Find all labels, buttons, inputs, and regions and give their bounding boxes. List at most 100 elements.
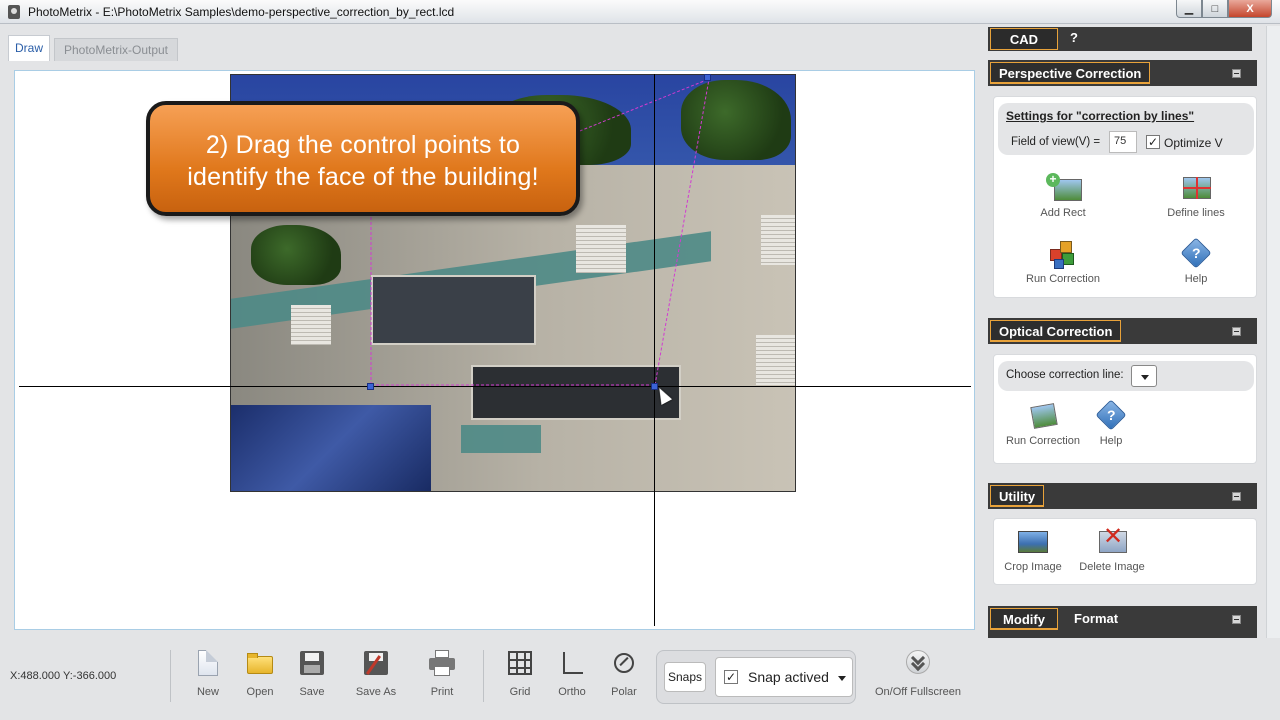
ortho-label: Ortho [558,686,586,698]
run-correction-icon [1046,239,1080,269]
floppy-disk-icon [298,650,326,678]
perspective-settings: Settings for "correction by lines" Field… [998,103,1254,155]
utility-panel: Crop Image ✕ Delete Image [993,518,1257,585]
optical-correction-header: Optical Correction [988,318,1257,344]
drawing-canvas[interactable]: 2) Drag the control points to identify t… [14,70,975,630]
window-controls: ▁ □ X [1176,0,1272,18]
callout-line-1: 2) Drag the control points to [205,131,521,159]
control-point[interactable] [704,74,711,81]
folder-icon [246,650,274,678]
optical-correction-panel: Choose correction line: Run Correction ?… [993,354,1257,464]
cursor-coordinates: X:488.000 Y:-366.000 [10,670,117,682]
printer-icon [428,650,456,678]
maximize-button[interactable]: □ [1202,0,1228,18]
snap-group: Snaps ✓ Snap actived [656,650,856,704]
crosshair-horizontal [19,386,971,387]
snap-actived-toggle[interactable]: ✓ Snap actived [715,657,853,697]
optimize-checkbox[interactable]: ✓ [1146,135,1160,149]
add-rect-label: Add Rect [1040,207,1086,219]
app-icon [8,5,20,19]
save-label: Save [299,686,325,698]
save-as-label: Save As [355,686,397,698]
utility-header: Utility [988,483,1257,509]
tab-draw[interactable]: Draw [8,35,50,61]
new-button[interactable]: New [190,650,226,698]
open-button[interactable]: Open [242,650,278,698]
add-rect-button[interactable]: + Add Rect [1008,173,1118,220]
help-button[interactable]: ? Help [1141,237,1251,285]
polar-button[interactable]: Polar [606,650,642,698]
help-icon: ? [1094,399,1128,431]
perspective-correction-title[interactable]: Perspective Correction [990,62,1151,84]
toolbar-separator [483,650,484,702]
perspective-correction-header: Perspective Correction [988,60,1257,86]
tab-modify[interactable]: Modify [990,608,1058,630]
delete-image-button[interactable]: ✕ Delete Image [1057,525,1167,574]
optical-help-button[interactable]: ? Help [1056,399,1166,447]
snap-actived-label: Snap actived [748,669,829,685]
crosshair-vertical [654,74,655,626]
tab-help[interactable]: ? [1070,30,1078,45]
fullscreen-toggle-button[interactable]: On/Off Fullscreen [866,650,970,698]
define-lines-button[interactable]: Define lines [1141,173,1251,219]
correction-line-dropdown[interactable] [1131,365,1157,387]
close-button[interactable]: X [1228,0,1272,18]
define-lines-label: Define lines [1167,207,1225,219]
control-point[interactable] [367,383,374,390]
right-panel-scrollbar[interactable] [1266,26,1280,638]
callout-line-2: identify the face of the building! [187,163,539,191]
choose-correction-line-label: Choose correction line: [1006,369,1124,381]
delete-image-icon: ✕ [1095,525,1129,557]
define-lines-icon [1179,173,1213,203]
add-rect-icon: + [1046,173,1082,203]
chevron-down-icon[interactable] [838,676,846,681]
save-as-icon [362,650,390,678]
help-label: Help [1184,273,1208,285]
polar-label: Polar [611,686,637,698]
perspective-correction-panel: Settings for "correction by lines" Field… [993,96,1257,298]
tab-photometrix-output[interactable]: PhotoMetrix-Output [54,38,178,61]
grid-button[interactable]: Grid [502,650,538,698]
ortho-icon [558,650,586,678]
print-button[interactable]: Print [424,650,460,698]
run-correction-button[interactable]: Run Correction [1008,239,1118,285]
delete-image-label: Delete Image [1079,561,1145,573]
run-correction-icon [1026,401,1060,431]
collapse-icon[interactable] [1232,492,1241,501]
collapse-icon[interactable] [1232,615,1241,624]
double-chevron-down-icon [904,650,932,678]
instruction-callout: 2) Drag the control points to identify t… [146,101,580,216]
save-button[interactable]: Save [294,650,330,698]
collapse-icon[interactable] [1232,69,1241,78]
minimize-button[interactable]: ▁ [1176,0,1202,18]
tab-format[interactable]: Format [1074,611,1118,626]
help-icon: ? [1179,237,1213,269]
grid-label: Grid [509,686,531,698]
title-bar: PhotoMetrix - E:\PhotoMetrix Samples\dem… [0,0,1280,24]
fov-label: Field of view(V) = [1011,136,1101,148]
tab-cad[interactable]: CAD [990,28,1058,50]
print-label: Print [430,686,454,698]
snap-actived-checkbox[interactable]: ✓ [724,670,738,684]
open-label: Open [246,686,274,698]
new-file-icon [194,650,222,678]
crop-image-icon [1016,527,1050,557]
utility-title[interactable]: Utility [990,485,1045,507]
toolbar-separator [170,650,171,702]
optical-correction-title[interactable]: Optical Correction [990,320,1122,342]
optical-help-label: Help [1099,435,1123,447]
modify-header: Modify Format [988,606,1257,638]
panel-top-tabs: CAD ? [988,27,1252,51]
snaps-button[interactable]: Snaps [664,662,706,692]
fov-input[interactable]: 75 [1109,131,1137,153]
correction-line-chooser: Choose correction line: [998,361,1254,391]
collapse-icon[interactable] [1232,327,1241,336]
run-correction-label: Run Correction [1026,273,1100,285]
save-as-button[interactable]: Save As [352,650,400,698]
optimize-label: Optimize V [1164,136,1223,150]
settings-title: Settings for "correction by lines" [1006,109,1195,123]
fullscreen-label: On/Off Fullscreen [875,686,961,698]
window-title: PhotoMetrix - E:\PhotoMetrix Samples\dem… [28,5,455,19]
ortho-button[interactable]: Ortho [554,650,590,698]
new-label: New [196,686,219,698]
